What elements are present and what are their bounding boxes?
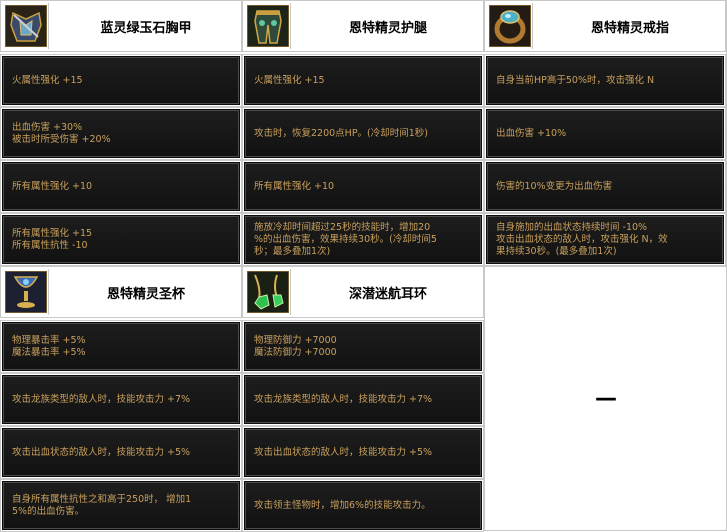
- item-name: 恩特精灵圣杯: [106, 286, 185, 302]
- chalice-icon: [3, 269, 49, 315]
- effect-cell: 所有属性强化 +10: [0, 160, 242, 213]
- effect-cell: 攻击龙族类型的敌人时，技能攻击力 +7%: [242, 373, 484, 426]
- effect-cell: 攻击领主怪物时，增加6%的技能攻击力。: [242, 479, 484, 532]
- effect-text: 所有属性强化 +10: [12, 180, 93, 192]
- ring-icon: [487, 3, 533, 49]
- effect-cell: 攻击龙族类型的敌人时，技能攻击力 +7%: [0, 373, 242, 426]
- effect-text: 物理暴击率 +5% 魔法暴击率 +5%: [12, 334, 86, 358]
- effect-text: 自身当前HP高于50%时，攻击强化 N: [496, 74, 655, 86]
- effect-cell: 所有属性强化 +10: [242, 160, 484, 213]
- effect-text: 攻击出血状态的敌人时，技能攻击力 +5%: [254, 446, 433, 458]
- effect-cell: 自身所有属性抗性之和高于250时， 增加1 5%的出血伤害。: [0, 479, 242, 532]
- effect-cell: 所有属性强化 +15 所有属性抗性 -10: [0, 213, 242, 266]
- item-header: 蓝灵绿玉石胸甲: [0, 0, 242, 52]
- effect-text: 所有属性强化 +10: [254, 180, 335, 192]
- effect-text: 伤害的10%变更为出血伤害: [496, 180, 613, 192]
- effect-cell: 火属性强化 +15: [0, 54, 242, 107]
- effect-cell: 攻击出血状态的敌人时，技能攻击力 +5%: [242, 426, 484, 479]
- effect-text: 攻击时，恢复2200点HP。(冷却时间1秒): [254, 127, 429, 139]
- leg-armor-icon: [245, 3, 291, 49]
- effect-text: 自身施加的出血状态持续时间 -10% 攻击出血状态的敌人时，攻击强化 N，效 果…: [496, 221, 668, 257]
- chest-armor-icon: [3, 3, 49, 49]
- effect-text: 物理防御力 +7000 魔法防御力 +7000: [254, 334, 337, 358]
- effect-text: 火属性强化 +15: [254, 74, 325, 86]
- equipment-table: 蓝灵绿玉石胸甲 火属性强化 +15 出血伤害 +30% 被击时所受伤害 +20%…: [0, 0, 727, 532]
- item-header: 深潜迷航耳环: [242, 266, 484, 318]
- item-name: 深潜迷航耳环: [348, 286, 427, 302]
- effect-text: 出血伤害 +10%: [496, 127, 567, 139]
- item-header: 恩特精灵戒指: [484, 0, 726, 52]
- effect-cell: 火属性强化 +15: [242, 54, 484, 107]
- empty-slot-dash: —: [595, 386, 617, 411]
- effect-text: 攻击龙族类型的敌人时，技能攻击力 +7%: [254, 393, 433, 405]
- item-name: 恩特精灵戒指: [590, 20, 669, 36]
- effect-cell: 物理暴击率 +5% 魔法暴击率 +5%: [0, 320, 242, 373]
- effect-cell: 物理防御力 +7000 魔法防御力 +7000: [242, 320, 484, 373]
- effect-text: 火属性强化 +15: [12, 74, 83, 86]
- effect-cell: 攻击时，恢复2200点HP。(冷却时间1秒): [242, 107, 484, 160]
- effect-text: 施放冷却时间超过25秒的技能时，增加20 %的出血伤害，效果持续30秒。(冷却时…: [254, 221, 437, 257]
- item-name: 恩特精灵护腿: [348, 20, 427, 36]
- effect-text: 出血伤害 +30% 被击时所受伤害 +20%: [12, 121, 111, 145]
- effect-cell: 出血伤害 +10%: [484, 107, 726, 160]
- earring-icon: [245, 269, 291, 315]
- effect-text: 攻击领主怪物时，增加6%的技能攻击力。: [254, 499, 431, 511]
- effect-text: 所有属性强化 +15 所有属性抗性 -10: [12, 227, 93, 251]
- item-header: 恩特精灵圣杯: [0, 266, 242, 318]
- effect-text: 自身所有属性抗性之和高于250时， 增加1 5%的出血伤害。: [12, 493, 192, 517]
- item-header: 恩特精灵护腿: [242, 0, 484, 52]
- effect-cell: 出血伤害 +30% 被击时所受伤害 +20%: [0, 107, 242, 160]
- effect-text: 攻击龙族类型的敌人时，技能攻击力 +7%: [12, 393, 191, 405]
- effect-cell: 施放冷却时间超过25秒的技能时，增加20 %的出血伤害，效果持续30秒。(冷却时…: [242, 213, 484, 266]
- effect-cell: 自身当前HP高于50%时，攻击强化 N: [484, 54, 726, 107]
- effect-cell: 自身施加的出血状态持续时间 -10% 攻击出血状态的敌人时，攻击强化 N，效 果…: [484, 213, 726, 266]
- effect-cell: 攻击出血状态的敌人时，技能攻击力 +5%: [0, 426, 242, 479]
- item-name: 蓝灵绿玉石胸甲: [100, 20, 192, 36]
- empty-slot: —: [484, 266, 727, 531]
- effect-text: 攻击出血状态的敌人时，技能攻击力 +5%: [12, 446, 191, 458]
- effect-cell: 伤害的10%变更为出血伤害: [484, 160, 726, 213]
